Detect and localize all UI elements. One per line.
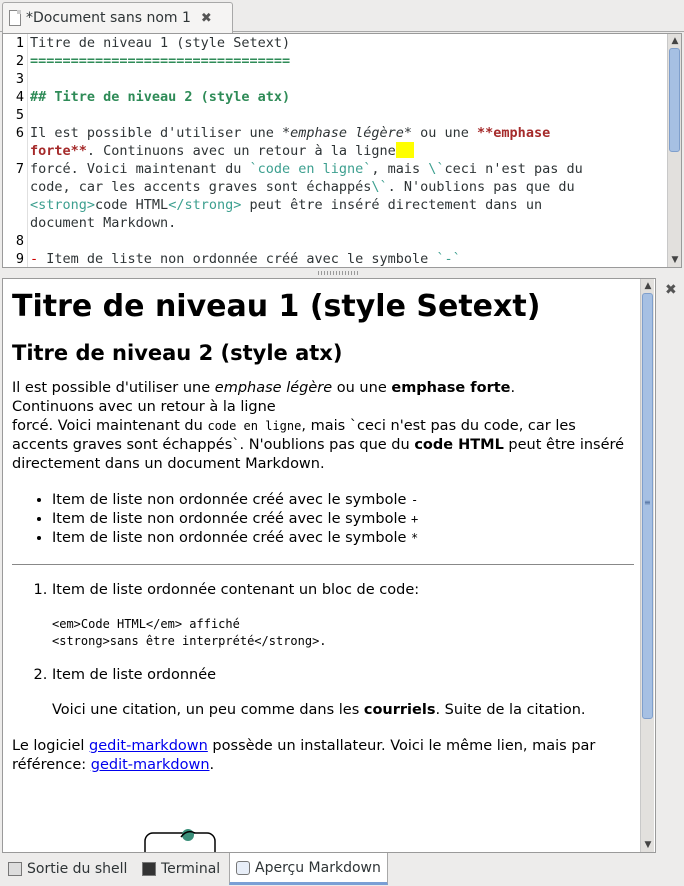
line-number: 2 <box>15 53 24 69</box>
markdown-preview-pane[interactable]: Titre de niveau 1 (style Setext) Titre d… <box>2 278 656 853</box>
preview-scrollbar[interactable]: ▲ ≡ ▼ <box>640 279 654 852</box>
tab-label: Terminal <box>161 861 221 877</box>
pane-splitter[interactable] <box>0 268 684 278</box>
tab-shell-output[interactable]: Sortie du shell <box>2 855 133 883</box>
list-item: Item de liste ordonnée Voici une citatio… <box>52 666 634 720</box>
editor-line-6a: Il est possible d'utiliser une *emphase … <box>30 125 551 141</box>
bottom-panel-tabs: Sortie du shell Terminal Aperçu Markdown <box>0 853 684 886</box>
markdown-preview-content: Titre de niveau 1 (style Setext) Titre d… <box>12 287 634 852</box>
list-item: Item de liste non ordonnée créé avec le … <box>52 510 634 529</box>
line-number: 6 <box>15 125 24 141</box>
line-number: 3 <box>15 71 24 87</box>
scroll-up-arrow-icon[interactable]: ▲ <box>668 34 682 48</box>
preview-ordered-list: Item de liste ordonnée contenant un bloc… <box>52 581 634 720</box>
tab-markdown-preview[interactable]: Aperçu Markdown <box>229 853 388 885</box>
document-tab-strip: *Document sans nom 1 ✖ <box>0 0 684 33</box>
blockquote: Voici une citation, un peu comme dans le… <box>52 702 586 718</box>
shell-output-icon <box>8 862 22 876</box>
code-block: <em>Code HTML</em> affiché <strong>sans … <box>52 617 327 648</box>
preview-unordered-list: Item de liste non ordonnée créé avec le … <box>52 491 634 548</box>
line-number: 7 <box>15 161 24 177</box>
tab-terminal[interactable]: Terminal <box>136 855 226 883</box>
terminal-icon <box>142 862 156 876</box>
editor-line-1: Titre de niveau 1 (style Setext) <box>30 35 291 51</box>
line-number-gutter: 1 2 3 4 5 6 7 8 9 <box>3 34 28 267</box>
line-number: 5 <box>15 107 24 123</box>
line-number: 4 <box>15 89 24 105</box>
editor-line-7c: <strong>code HTML</strong> peut être ins… <box>30 197 543 213</box>
markdown-editor[interactable]: 1 2 3 4 5 6 7 8 9 Titre de niveau 1 (sty… <box>2 33 682 268</box>
document-tab-title: *Document sans nom 1 <box>26 10 191 26</box>
gedit-markdown-link[interactable]: gedit-markdown <box>89 738 208 754</box>
editor-line-4: ## Titre de niveau 2 (style atx) <box>30 89 291 105</box>
editor-text-area[interactable]: Titre de niveau 1 (style Setext) =======… <box>30 34 660 267</box>
document-tab[interactable]: *Document sans nom 1 ✖ <box>2 2 233 33</box>
tab-label: Sortie du shell <box>27 861 128 877</box>
preview-heading-2: Titre de niveau 2 (style atx) <box>12 341 343 365</box>
text-cursor-highlight <box>395 142 414 158</box>
tab-label: Aperçu Markdown <box>255 859 381 876</box>
horizontal-rule <box>12 564 634 565</box>
close-panel-icon[interactable]: ✖ <box>665 282 677 298</box>
gedit-markdown-reference-link[interactable]: gedit-markdown <box>91 757 210 773</box>
editor-scroll-thumb[interactable] <box>669 48 680 152</box>
gedit-logo-image <box>144 829 216 852</box>
preview-paragraph-1: Il est possible d'utiliser une emphase l… <box>12 380 625 472</box>
preview-paragraph-2: Le logiciel gedit-markdown possède un in… <box>12 738 596 773</box>
scroll-up-arrow-icon[interactable]: ▲ <box>641 279 655 293</box>
list-item: Item de liste ordonnée contenant un bloc… <box>52 581 634 650</box>
editor-line-7b: code, car les accents graves sont échapp… <box>30 179 575 195</box>
scroll-down-arrow-icon[interactable]: ▼ <box>668 253 682 267</box>
editor-line-2: ================================ <box>30 53 291 69</box>
line-number: 1 <box>15 35 24 51</box>
splitter-grip[interactable] <box>318 271 358 275</box>
close-icon[interactable]: ✖ <box>201 11 212 26</box>
line-number: 9 <box>15 251 24 267</box>
list-item: Item de liste non ordonnée créé avec le … <box>52 491 634 510</box>
markdown-preview-icon <box>236 860 250 875</box>
editor-line-9: - Item de liste non ordonnée créé avec l… <box>30 251 461 267</box>
scroll-grip-icon: ≡ <box>644 498 651 507</box>
editor-line-7d: document Markdown. <box>30 215 177 231</box>
editor-line-6b: forte**. Continuons avec un retour à la … <box>30 142 414 160</box>
text-document-icon <box>9 10 21 26</box>
editor-scrollbar[interactable]: ▲ ▼ <box>667 34 681 267</box>
list-item: Item de liste non ordonnée créé avec le … <box>52 529 634 548</box>
line-number: 8 <box>15 233 24 249</box>
editor-line-7a: forcé. Voici maintenant du `code en lign… <box>30 161 583 177</box>
preview-heading-1: Titre de niveau 1 (style Setext) <box>12 289 541 324</box>
scroll-down-arrow-icon[interactable]: ▼ <box>641 838 655 852</box>
